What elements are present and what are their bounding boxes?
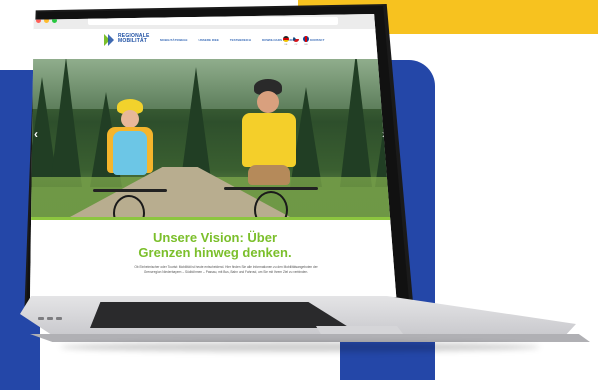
green-divider	[30, 217, 397, 220]
tree-shape	[340, 59, 372, 187]
site-header: REGIONALE MOBILITÄT Mobilitätswege Unser…	[30, 29, 397, 59]
laptop: REGIONALE MOBILITÄT Mobilitätswege Unser…	[0, 0, 598, 380]
keyboard	[90, 302, 350, 328]
headline-line-2: Grenzen hinweg denken.	[138, 245, 292, 260]
chevron-left-icon[interactable]: ‹	[34, 127, 38, 141]
flag-de-icon[interactable]	[283, 36, 289, 42]
hero-slider: ‹ ›	[30, 59, 397, 217]
laptop-base-edge	[30, 334, 590, 342]
laptop-screen: REGIONALE MOBILITÄT Mobilitätswege Unser…	[30, 14, 397, 300]
headline-line-1: Unsere Vision: Über	[152, 230, 278, 245]
tree-shape	[50, 59, 82, 187]
face	[121, 110, 139, 128]
logo-mark-icon[interactable]	[104, 34, 114, 46]
lang-label-de: DE	[284, 44, 288, 46]
jacket	[113, 131, 147, 175]
bike-wheel	[113, 195, 145, 217]
nav-item-unsere-idee[interactable]: Unsere Idee	[199, 38, 219, 42]
lang-label-cz: CZ	[294, 44, 298, 46]
usb-port-icon	[47, 317, 53, 320]
language-switcher	[283, 36, 309, 42]
site-logo[interactable]: REGIONALE MOBILITÄT	[118, 34, 150, 44]
address-bar[interactable]	[88, 17, 338, 25]
laptop-ports	[38, 317, 62, 320]
usb-port-icon	[38, 317, 44, 320]
shirt	[242, 113, 296, 167]
logo-line-2: MOBILITÄT	[118, 38, 148, 44]
handlebar	[224, 187, 318, 190]
bike-wheel	[254, 191, 288, 217]
flag-cz-icon[interactable]	[293, 36, 299, 42]
shorts	[248, 165, 290, 185]
flag-en-icon[interactable]	[303, 36, 309, 42]
usb-port-icon	[56, 317, 62, 320]
laptop-shadow	[60, 342, 540, 352]
intro-text: Ob Einheimischer oder Tourist: Mobilität…	[134, 265, 318, 274]
vision-section: Unsere Vision: Über Grenzen hinweg denke…	[30, 217, 397, 300]
lang-label-en: EN	[304, 44, 308, 46]
handlebar	[93, 189, 167, 192]
language-labels: DE CZ EN	[283, 44, 309, 46]
nav-item-kontakt[interactable]: Kontakt	[310, 38, 324, 42]
nav-item-testbereich[interactable]: Testbereich	[230, 38, 251, 42]
rider-man	[220, 79, 320, 217]
face	[257, 91, 279, 113]
nav-item-mobilitaetswege[interactable]: Mobilitätswege	[160, 38, 188, 42]
page-headline: Unsere Vision: Über Grenzen hinweg denke…	[30, 230, 396, 260]
rider-woman	[85, 99, 175, 217]
